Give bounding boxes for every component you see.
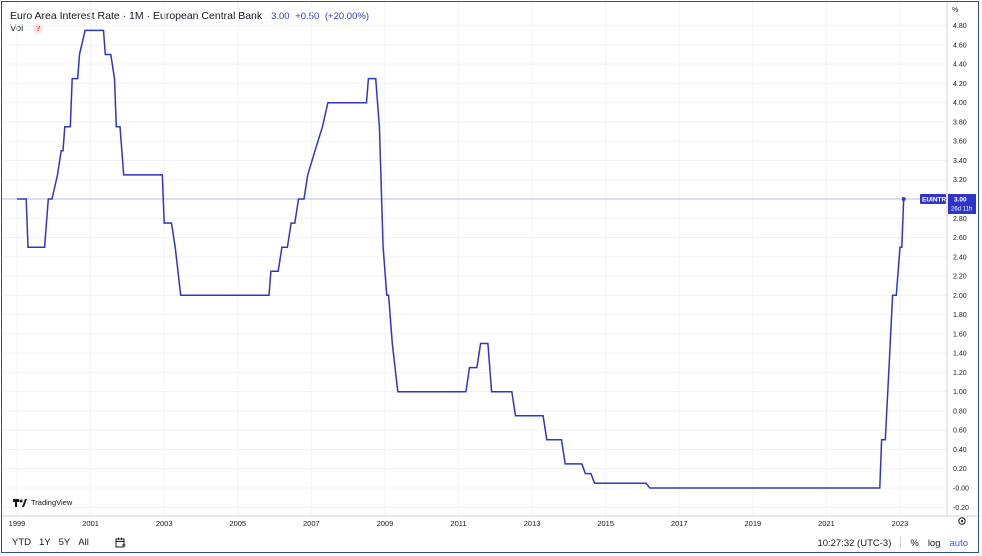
- go-to-date-icon[interactable]: [115, 537, 126, 548]
- y-tick-label: 2.80: [953, 216, 967, 223]
- x-tick-label: 1999: [9, 519, 26, 528]
- y-tick-label: 0.80: [953, 408, 967, 415]
- x-tick-label: 2019: [744, 519, 761, 528]
- tradingview-logo[interactable]: TradingView: [13, 498, 72, 507]
- price-axis: 4.80 4.60 4.40 4.20 4.00 3.80 3.60 3.40 3.20 3.00…: [953, 23, 969, 512]
- tradingview-icon: [13, 498, 27, 507]
- y-tick-label: 2.00: [953, 293, 967, 300]
- countdown-label: 26d 11h: [951, 207, 972, 213]
- range-5y-button[interactable]: 5Y: [59, 537, 71, 548]
- y-tick-label: 1.80: [953, 312, 967, 319]
- x-tick-label: 2005: [229, 519, 246, 528]
- y-tick-label: 3.20: [953, 177, 967, 184]
- y-tick-label: 3.40: [953, 158, 967, 165]
- value-tag-label: 3.00: [954, 197, 967, 204]
- y-tick-label: 1.40: [953, 351, 967, 358]
- price-tag: EUINTR 3.00 26d 11h: [920, 194, 976, 214]
- x-tick-label: 2011: [450, 519, 466, 528]
- y-tick-label: 0.60: [953, 428, 967, 435]
- y-tick-label: 3.80: [953, 119, 967, 126]
- x-tick-label: 2021: [818, 519, 835, 528]
- percent-scale-toggle[interactable]: %: [910, 538, 918, 549]
- x-tick-label: 2001: [82, 519, 99, 528]
- grid-lines: [2, 2, 947, 516]
- log-scale-toggle[interactable]: log: [928, 538, 941, 549]
- range-all-button[interactable]: All: [78, 537, 89, 548]
- time-axis: 1999 2001 2003 2005 2007 2009 2011 2013 2015 2017…: [9, 519, 909, 528]
- symbol-tag-label: EUINTR: [922, 197, 947, 204]
- y-tick-label: 4.20: [953, 81, 967, 88]
- y-tick-label: 4.80: [953, 23, 967, 30]
- y-tick-label: 3.60: [953, 139, 967, 146]
- last-point-marker: [901, 197, 906, 201]
- scale-controls: 10:27:32 (UTC-3) % log auto: [817, 537, 968, 549]
- clock-time[interactable]: 10:27:32 (UTC-3): [817, 538, 891, 549]
- x-tick-label: 2023: [892, 519, 909, 528]
- y-tick-label: 1.60: [953, 331, 967, 338]
- y-tick-label: 2.60: [953, 235, 967, 242]
- range-1y-button[interactable]: 1Y: [39, 537, 51, 548]
- y-tick-label: 1.00: [953, 389, 967, 396]
- x-tick-label: 2013: [524, 519, 541, 528]
- settings-icon[interactable]: [958, 517, 966, 525]
- series-line: [17, 29, 905, 489]
- x-tick-label: 2003: [156, 519, 173, 528]
- price-axis-unit: %: [952, 7, 958, 14]
- y-tick-label: 2.40: [953, 254, 967, 261]
- y-tick-label: 2.20: [953, 274, 967, 281]
- x-tick-label: 2007: [303, 519, 320, 528]
- y-tick-label: -0.20: [953, 505, 969, 512]
- auto-scale-toggle[interactable]: auto: [950, 538, 969, 549]
- range-ytd-button[interactable]: YTD: [12, 537, 31, 548]
- chart-frame: Euro Area Interest Rate · 1M · European …: [1, 1, 979, 553]
- tradingview-wordmark: TradingView: [31, 498, 73, 507]
- x-tick-label: 2009: [377, 519, 394, 528]
- x-tick-label: 2015: [597, 519, 614, 528]
- y-tick-label: 1.20: [953, 370, 967, 377]
- x-tick-label: 2017: [671, 519, 688, 528]
- y-tick-label: 4.00: [953, 100, 967, 107]
- y-tick-label: 4.40: [953, 62, 967, 69]
- bottom-toolbar: YTD 1Y 5Y All 10:27:32 (UTC-3) % log aut…: [2, 531, 978, 553]
- chart-canvas[interactable]: % 4.80 4.60 4.40 4.20 4.00 3.80 3.60 3.40 3.20 3.…: [2, 2, 978, 552]
- y-tick-label: 0.20: [953, 466, 967, 473]
- y-tick-label: 4.60: [953, 42, 967, 49]
- y-tick-label: 0.40: [953, 447, 967, 454]
- range-selector: YTD 1Y 5Y All: [12, 537, 126, 548]
- y-tick-label: -0.00: [953, 486, 969, 493]
- divider: [900, 537, 902, 549]
